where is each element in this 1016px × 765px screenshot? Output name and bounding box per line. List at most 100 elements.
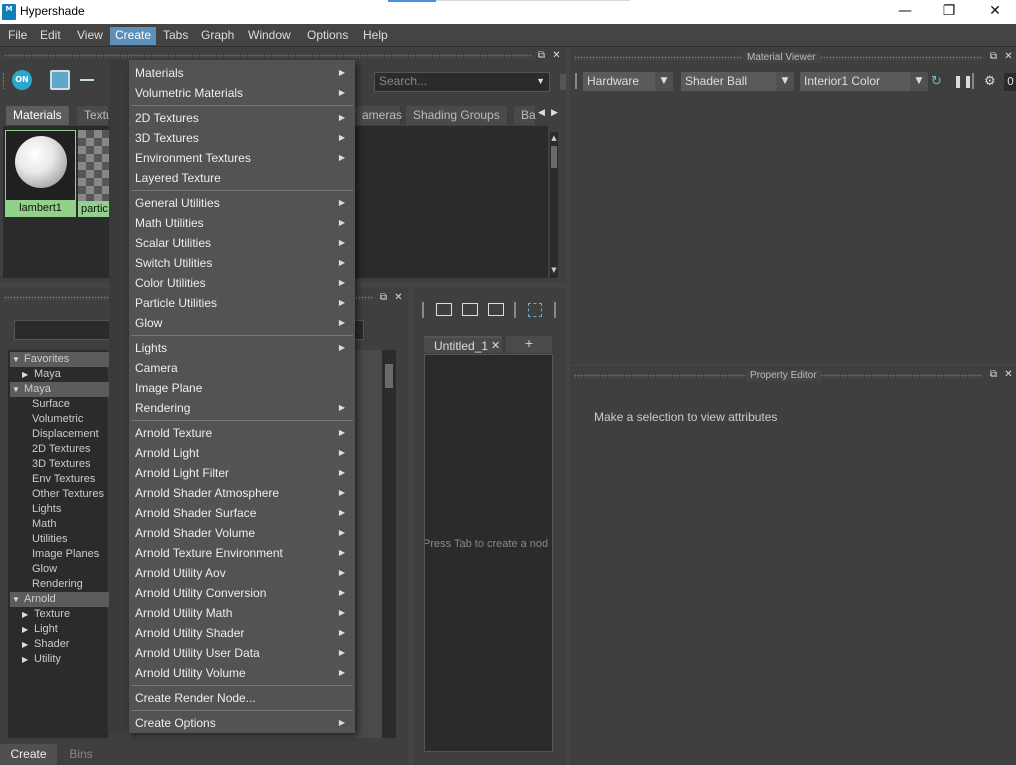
menu-item-lights[interactable]: Lights ▶ [135,338,349,358]
menu-file[interactable]: File [3,27,32,45]
tab-cameras[interactable]: ameras [355,106,402,125]
expand-right-icon[interactable]: ▶ [22,622,34,637]
tab-textures[interactable]: Textu [77,106,113,125]
tree-group-row[interactable]: ▼ Arnold [10,592,110,607]
tree-item-row[interactable]: ▶ Light [10,622,110,637]
tree-item-row[interactable]: Volumetric [10,412,110,427]
close-panel-icon[interactable]: ✕ [551,51,562,62]
tree-item-row[interactable]: ▶ Shader [10,637,110,652]
scrollbar-thumb[interactable] [551,146,557,168]
menu-item-arnold-utility-conversion[interactable]: Arnold Utility Conversion ▶ [135,583,349,603]
menu-item-layered-texture[interactable]: Layered Texture [135,168,349,188]
settings-gear-icon[interactable]: ⚙ [984,74,998,89]
float-panel-icon[interactable]: ⧉ [988,52,999,63]
menu-item-arnold-utility-volume[interactable]: Arnold Utility Volume ▶ [135,663,349,683]
menu-item-camera[interactable]: Camera [135,358,349,378]
tab-untitled[interactable]: Untitled_1 ✕ [424,336,502,353]
toggle-on-icon[interactable]: ON [12,70,32,90]
renderer-dropdown[interactable]: Hardware [583,72,655,91]
pause-render-icon[interactable]: ❚❚ [953,74,973,89]
float-panel-icon[interactable]: ⧉ [988,370,999,381]
menu-item-3d-textures[interactable]: 3D Textures ▶ [135,128,349,148]
menu-item-arnold-utility-user-data[interactable]: Arnold Utility User Data ▶ [135,643,349,663]
menu-item-arnold-shader-atmosphere[interactable]: Arnold Shader Atmosphere ▶ [135,483,349,503]
search-input[interactable]: Search... ▼ [374,72,550,92]
environment-dropdown-arrow-icon[interactable]: ▼ [910,72,928,91]
menu-item-arnold-light-filter[interactable]: Arnold Light Filter ▶ [135,463,349,483]
menu-item-volumetric-materials[interactable]: Volumetric Materials ▶ [135,83,349,103]
tree-item-row[interactable]: ▶ Texture [10,607,110,622]
tree-item-row[interactable]: Displacement [10,427,110,442]
tree-item-row[interactable]: Glow [10,562,110,577]
tab-shading-groups[interactable]: Shading Groups [406,106,508,125]
expand-right-icon[interactable]: ▶ [22,637,34,652]
material-swatch[interactable]: lambert1 [5,130,76,217]
menu-item-create-options[interactable]: Create Options ▶ [135,713,349,733]
expand-right-icon[interactable]: ▶ [22,652,34,667]
output-connections-icon[interactable] [488,303,504,316]
menu-item-create-render-node[interactable]: Create Render Node... [135,688,349,708]
menu-item-rendering[interactable]: Rendering ▶ [135,398,349,418]
material-swatch[interactable]: partic [78,130,110,217]
tab-bins[interactable]: Bins [62,744,100,765]
menu-options[interactable]: Options [302,27,353,45]
frame-number-field[interactable]: 0 [1004,73,1016,91]
tab-materials[interactable]: Materials [6,106,70,125]
menu-item-image-plane[interactable]: Image Plane [135,378,349,398]
input-connections-icon[interactable] [436,303,452,316]
menu-item-arnold-light[interactable]: Arnold Light ▶ [135,443,349,463]
close-tab-icon[interactable]: ✕ [491,338,500,354]
expand-down-icon[interactable]: ▼ [12,352,24,367]
geometry-dropdown[interactable]: Shader Ball [681,72,776,91]
menu-item-2d-textures[interactable]: 2D Textures ▶ [135,108,349,128]
scroll-down-icon[interactable]: ▼ [550,266,558,276]
menu-item-arnold-utility-shader[interactable]: Arnold Utility Shader ▶ [135,623,349,643]
tree-item-row[interactable]: ▶ Maya [10,367,110,382]
menu-item-arnold-texture-environment[interactable]: Arnold Texture Environment ▶ [135,543,349,563]
expand-down-icon[interactable]: ▼ [12,592,24,607]
tree-item-row[interactable]: Env Textures [10,472,110,487]
menu-create[interactable]: Create [110,27,157,45]
node-list-scrollbar[interactable]: ▼ [382,350,396,738]
tab-scroll-right-icon[interactable]: ▶ [551,108,558,118]
expand-right-icon[interactable]: ▶ [22,367,34,382]
tree-item-row[interactable]: Rendering [10,577,110,592]
input-output-connections-icon[interactable] [462,303,478,316]
renderer-dropdown-arrow-icon[interactable]: ▼ [655,72,673,91]
menu-help[interactable]: Help [358,27,393,45]
tree-item-row[interactable]: 2D Textures [10,442,110,457]
refresh-render-icon[interactable]: ↻ [931,74,947,89]
menu-tabs[interactable]: Tabs [158,27,193,45]
menu-item-switch-utilities[interactable]: Switch Utilities ▶ [135,253,349,273]
scrollbar-thumb[interactable] [385,364,393,388]
tab-scroll-left-icon[interactable]: ◀ [538,108,545,118]
menu-item-arnold-shader-volume[interactable]: Arnold Shader Volume ▶ [135,523,349,543]
list-view-icon[interactable] [80,79,94,81]
tree-item-row[interactable]: Utilities [10,532,110,547]
close-window-button[interactable]: ✕ [972,0,1016,24]
tree-item-row[interactable]: 3D Textures [10,457,110,472]
tree-item-row[interactable]: Other Textures [10,487,110,502]
tree-item-row[interactable]: Lights [10,502,110,517]
menu-item-arnold-utility-aov[interactable]: Arnold Utility Aov ▶ [135,563,349,583]
menu-item-particle-utilities[interactable]: Particle Utilities ▶ [135,293,349,313]
scroll-up-icon[interactable]: ▲ [550,134,558,144]
frame-selection-icon[interactable] [528,303,542,317]
tree-item-row[interactable]: Surface [10,397,110,412]
menu-item-general-utilities[interactable]: General Utilities ▶ [135,193,349,213]
menu-item-arnold-texture[interactable]: Arnold Texture ▶ [135,423,349,443]
geometry-dropdown-arrow-icon[interactable]: ▼ [776,72,794,91]
close-panel-icon[interactable]: ✕ [393,293,404,304]
tree-group-row[interactable]: ▼ Maya [10,382,110,397]
menu-graph[interactable]: Graph [196,27,239,45]
menu-view[interactable]: View [72,27,108,45]
menu-edit[interactable]: Edit [35,27,66,45]
menu-window[interactable]: Window [243,27,296,45]
tree-group-row[interactable]: ▼ Favorites [10,352,110,367]
swatch-scrollbar[interactable]: ▲ ▼ [550,132,558,278]
tree-item-row[interactable]: Math [10,517,110,532]
menu-item-glow[interactable]: Glow ▶ [135,313,349,333]
expand-down-icon[interactable]: ▼ [12,382,24,397]
node-graph-canvas[interactable]: Press Tab to create a nod [424,354,553,752]
restore-button[interactable]: ❐ [926,0,972,24]
